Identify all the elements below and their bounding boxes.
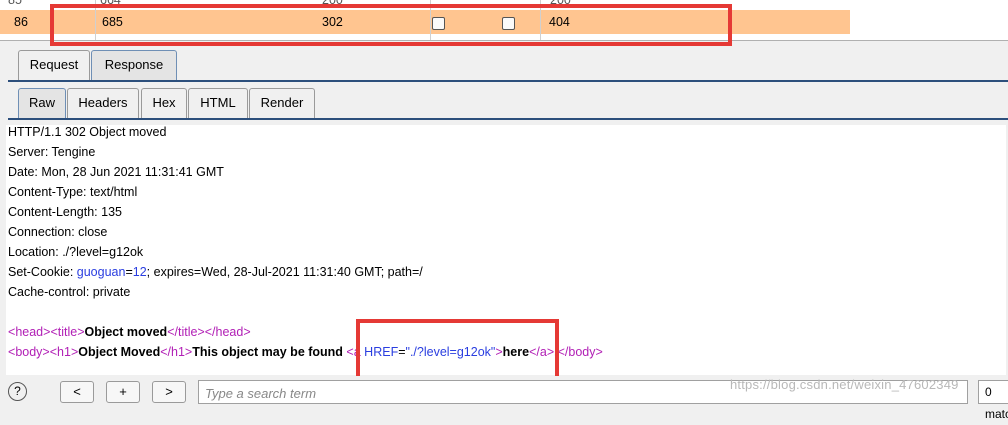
tag-bracket: < [346,345,354,359]
tab-headers[interactable]: Headers [67,88,139,118]
tag-bracket: > [77,325,85,339]
tag-title-close: title [177,325,198,339]
tag-title: title [57,325,78,339]
tag-bracket: </ [557,345,569,359]
tag-bracket: > [197,325,205,339]
row-number: 85 [8,0,22,7]
cookie-value: 12 [132,265,147,279]
watermark-text: https://blog.csdn.net/weixin_47602349 [730,377,959,392]
row-number: 86 [14,15,28,29]
help-icon[interactable]: ? [8,382,27,401]
h1-text: Object Moved [78,345,161,359]
tag-bracket: < [49,345,58,359]
header-set-cookie: Set-Cookie: guoguan=12; expires=Wed, 28-… [8,262,423,282]
tag-bracket: < [50,325,58,339]
tab-html[interactable]: HTML [188,88,248,118]
search-input[interactable] [203,382,707,404]
header-location: Location: ./?level=g12ok [8,245,144,259]
next-match-button[interactable]: > [152,381,186,403]
body-text: This object may be found [192,345,347,359]
header-content-type: Content-Type: text/html [8,185,138,199]
tab-request[interactable]: Request [18,50,90,80]
tab-bar-divider [8,80,1008,82]
tag-bracket: </ [204,325,216,339]
tag-bracket: > [42,345,50,359]
previous-match-button[interactable]: < [60,381,94,403]
tab-bar-divider [8,118,1008,120]
tag-body: body [15,345,43,359]
tag-head: head [15,325,44,339]
match-count: 0 matches [978,380,1008,421]
set-cookie-prefix: Set-Cookie: [8,265,77,279]
status-line: HTTP/1.1 302 Object moved [8,125,167,139]
header-cache-control: Cache-control: private [8,285,131,299]
tag-body-close: body [568,345,596,359]
tag-h1: h1 [57,345,71,359]
tab-hex[interactable]: Hex [141,88,187,118]
tab-render[interactable]: Render [249,88,315,118]
title-text: Object moved [84,325,168,339]
tag-bracket: > [243,325,251,339]
tag-bracket: > [595,345,603,359]
header-server: Server: Tengine [8,145,96,159]
cookie-rest: ; expires=Wed, 28-Jul-2021 11:31:40 GMT;… [146,265,423,279]
tab-raw[interactable]: Raw [18,88,66,118]
tag-h1-close: h1 [171,345,185,359]
html-line-head: <head><title>Object moved</title></head> [8,322,251,342]
tag-head-close: head [215,325,244,339]
tab-response[interactable]: Response [91,50,177,80]
annotation-box-href [356,319,559,380]
cookie-name: guoguan [76,265,126,279]
tag-bracket: </ [160,345,172,359]
tag-bracket: </ [167,325,178,339]
annotation-box-row [50,4,732,46]
header-content-length: Content-Length: 135 [8,205,122,219]
cookie-eq: = [125,265,133,279]
header-date: Date: Mon, 28 Jun 2021 11:31:41 GMT [8,165,224,179]
header-connection: Connection: close [8,225,108,239]
add-button[interactable]: + [106,381,140,403]
